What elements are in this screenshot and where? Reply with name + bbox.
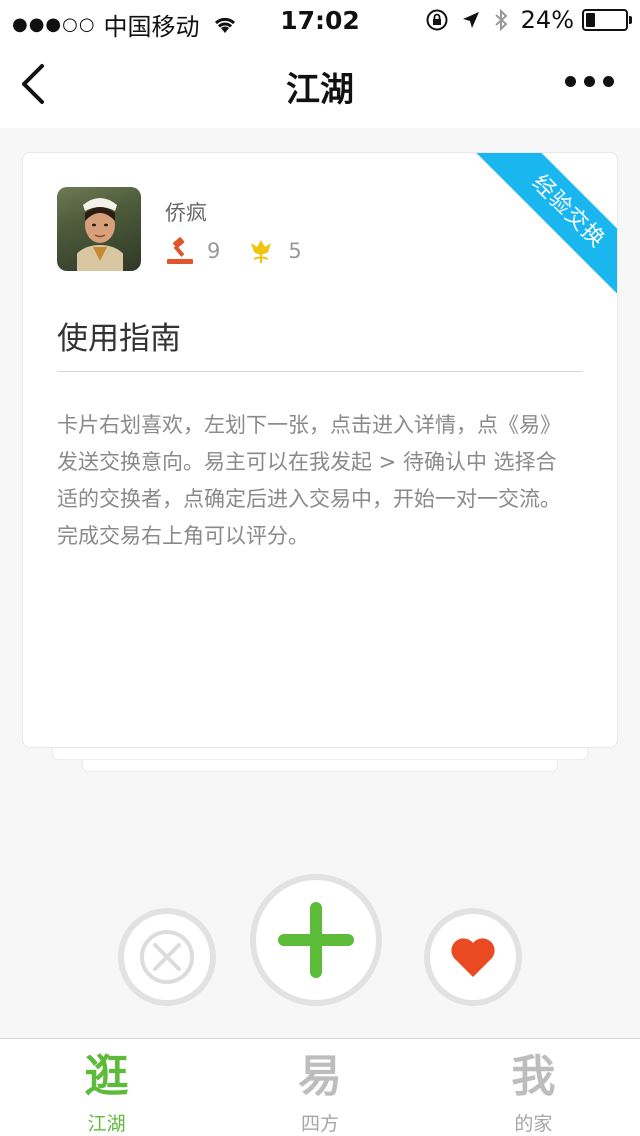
close-icon — [140, 930, 194, 984]
tab-sifang-label: 四方 — [300, 1113, 339, 1135]
gavel-stat: 9 — [165, 237, 220, 265]
nav-bar: 江湖 — [0, 40, 640, 128]
tab-dejia-label: 的家 — [514, 1113, 553, 1135]
card-body-text: 卡片右划喜欢，左划下一张，点击进入详情，点《易》发送交换意向。易主可以在我发起 … — [57, 413, 561, 548]
ribbon-label: 经验交换 — [470, 153, 617, 303]
status-bar: ●●●○○ 中国移动 17:02 24% — [0, 0, 640, 41]
more-dot — [603, 76, 614, 87]
avatar-portrait-icon — [77, 198, 123, 271]
plus-icon — [278, 902, 354, 978]
flower-count: 5 — [288, 239, 302, 263]
corner-ribbon: 经验交换 — [467, 153, 617, 303]
card-divider — [57, 371, 583, 372]
add-button[interactable] — [250, 874, 382, 1006]
status-right: 24% — [413, 6, 632, 34]
tab-jianghu-icon: 逛 — [84, 1051, 129, 1102]
page-title: 江湖 — [286, 70, 354, 110]
tab-sifang-icon: 易 — [297, 1051, 342, 1102]
tab-dejia[interactable]: 我 的家 — [427, 1039, 640, 1136]
tab-dejia-icon: 我 — [511, 1051, 556, 1102]
dislike-button[interactable] — [118, 908, 216, 1006]
more-dot — [565, 76, 576, 87]
battery-fill — [586, 13, 596, 27]
gavel-count: 9 — [207, 239, 221, 263]
avatar[interactable] — [57, 187, 141, 271]
gavel-icon — [167, 237, 193, 264]
card-title: 使用指南 — [57, 321, 181, 357]
tab-sifang[interactable]: 易 四方 — [213, 1039, 426, 1136]
swipe-card[interactable]: 侨疯 9 5 经验交换 使用指南 卡片右划喜欢，左划下一张，点击进入详情，点《易… — [22, 152, 618, 748]
orientation-lock-icon — [426, 9, 448, 31]
like-button[interactable] — [424, 908, 522, 1006]
battery-percent: 24% — [520, 6, 574, 34]
bluetooth-icon — [494, 8, 508, 32]
flower-stat: 5 — [246, 237, 302, 265]
more-dot — [584, 76, 595, 87]
more-options-icon[interactable] — [557, 76, 614, 87]
flower-icon — [251, 240, 272, 263]
location-arrow-icon — [462, 12, 479, 28]
battery-icon — [582, 9, 632, 31]
tab-jianghu[interactable]: 逛 江湖 — [0, 1039, 213, 1136]
tab-bar: 逛 江湖 易 四方 我 的家 — [0, 1038, 640, 1136]
user-name[interactable]: 侨疯 — [165, 197, 207, 227]
heart-icon — [451, 938, 495, 977]
tab-jianghu-label: 江湖 — [87, 1113, 126, 1135]
user-stats: 9 5 — [165, 237, 328, 265]
